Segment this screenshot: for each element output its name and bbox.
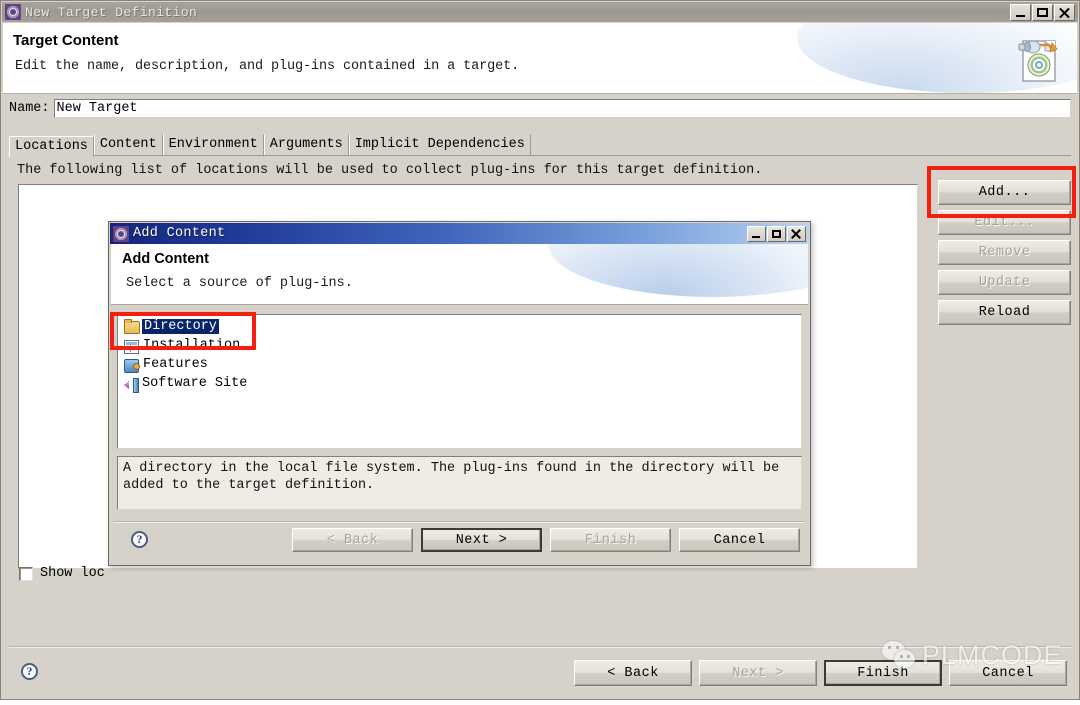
locations-description: The following list of locations will be … <box>17 163 763 178</box>
outer-window-controls <box>1010 3 1078 21</box>
show-locations-checkbox[interactable]: Show loc <box>19 566 105 581</box>
help-icon[interactable]: ? <box>131 531 148 548</box>
gear-target-icon <box>5 4 21 20</box>
remove-button: Remove <box>938 240 1071 265</box>
tab-content[interactable]: Content <box>93 134 163 155</box>
update-button: Update <box>938 270 1071 295</box>
outer-separator <box>9 646 1071 648</box>
inner-window-title: Add Content <box>133 226 226 241</box>
list-item-label: Features <box>143 357 208 372</box>
inner-separator <box>114 521 805 523</box>
tab-environment[interactable]: Environment <box>162 134 264 155</box>
name-input[interactable] <box>53 98 1071 118</box>
name-row: Name: <box>3 96 1077 120</box>
minimize-icon[interactable] <box>1010 3 1031 21</box>
list-item-software-site[interactable]: Software Site <box>120 374 801 393</box>
features-puzzle-icon <box>124 358 140 373</box>
finish-button[interactable]: Finish <box>824 660 942 686</box>
target-definition-icon <box>1009 29 1065 85</box>
installation-icon <box>124 339 139 354</box>
close-icon[interactable] <box>1054 3 1075 21</box>
outer-button-row: < Back Next > Finish Cancel <box>574 660 1067 686</box>
screen-root: New Target Definition Target Content Edi… <box>0 0 1080 705</box>
tab-implicit-dependencies[interactable]: Implicit Dependencies <box>348 134 531 155</box>
inner-button-row: < Back Next > Finish Cancel <box>292 528 800 552</box>
inner-window-controls <box>747 225 809 242</box>
outer-titlebar[interactable]: New Target Definition <box>2 2 1078 22</box>
inner-page-title: Add Content <box>122 251 209 267</box>
gear-target-icon <box>113 225 129 242</box>
name-label: Name: <box>9 100 50 116</box>
folder-icon <box>124 319 140 334</box>
window-bottom-edge <box>0 700 1080 705</box>
back-button[interactable]: < Back <box>574 660 692 686</box>
locations-action-buttons: Add... Edit... Remove Update Reload <box>938 180 1071 330</box>
back-button: < Back <box>292 528 413 552</box>
maximize-icon[interactable] <box>767 225 786 242</box>
checkbox-box[interactable] <box>19 566 33 581</box>
list-item-installation[interactable]: Installation <box>120 336 801 355</box>
reload-button[interactable]: Reload <box>938 300 1071 325</box>
tab-arguments[interactable]: Arguments <box>263 134 349 155</box>
next-button: Next > <box>699 660 817 686</box>
source-list[interactable]: Directory Installation Features Software… <box>117 314 802 449</box>
finish-button: Finish <box>550 528 671 552</box>
help-icon[interactable]: ? <box>21 663 38 680</box>
selection-description: A directory in the local file system. Th… <box>117 456 802 510</box>
add-button[interactable]: Add... <box>938 180 1071 205</box>
cancel-button[interactable]: Cancel <box>679 528 800 552</box>
outer-banner: Target Content Edit the name, descriptio… <box>3 23 1077 94</box>
page-description: Edit the name, description, and plug-ins… <box>15 59 520 74</box>
close-icon[interactable] <box>787 225 806 242</box>
software-site-plug-icon <box>124 378 139 393</box>
inner-banner-decoration <box>548 244 808 297</box>
inner-banner: Add Content Select a source of plug-ins. <box>111 244 808 305</box>
list-item-label: Directory <box>142 319 219 334</box>
tab-strip: Locations Content Environment Arguments … <box>9 134 1071 157</box>
list-item-directory[interactable]: Directory <box>120 317 801 336</box>
cancel-button[interactable]: Cancel <box>949 660 1067 686</box>
page-title: Target Content <box>13 32 119 49</box>
help-glyph: ? <box>21 663 38 680</box>
tab-locations[interactable]: Locations <box>9 136 94 157</box>
add-content-dialog: Add Content Add Content Select a source … <box>108 221 811 566</box>
list-item-label: Installation <box>143 338 241 353</box>
help-glyph: ? <box>131 531 148 548</box>
edit-button: Edit... <box>938 210 1071 235</box>
list-item-features[interactable]: Features <box>120 355 801 374</box>
list-item-label: Software Site <box>142 376 248 391</box>
next-button[interactable]: Next > <box>421 528 542 552</box>
outer-window-title: New Target Definition <box>25 4 198 20</box>
maximize-icon[interactable] <box>1032 3 1053 21</box>
minimize-icon[interactable] <box>747 225 766 242</box>
show-locations-label: Show loc <box>40 566 105 581</box>
inner-titlebar[interactable]: Add Content <box>110 223 809 244</box>
inner-page-description: Select a source of plug-ins. <box>126 276 353 291</box>
